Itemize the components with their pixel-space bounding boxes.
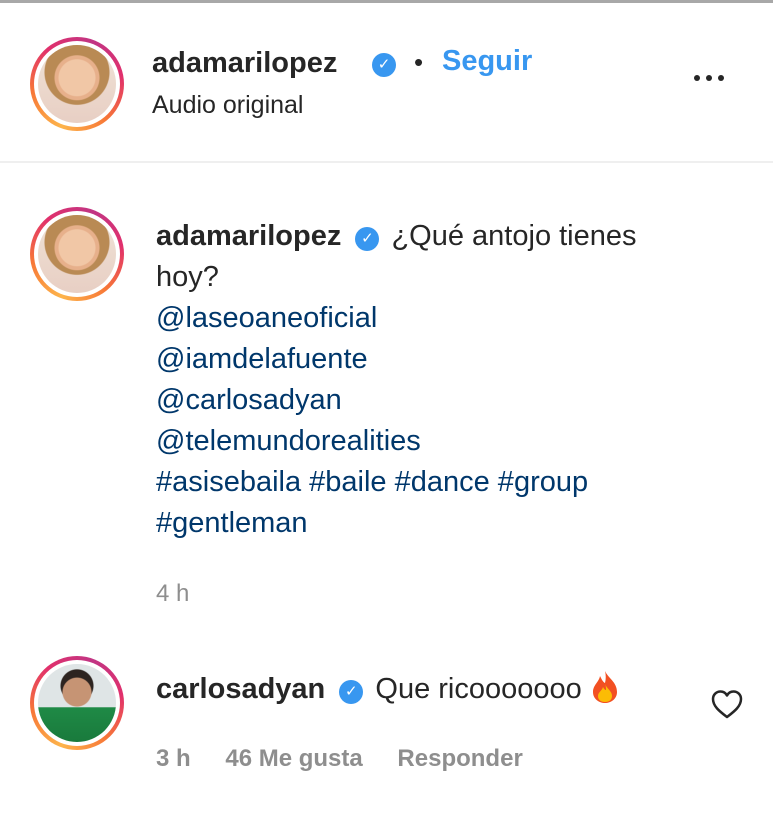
commenter-avatar[interactable] — [30, 656, 124, 750]
header-separator: • — [414, 47, 424, 77]
reply-button[interactable]: Responder — [397, 745, 522, 772]
audio-label[interactable]: Audio original — [152, 91, 304, 120]
comment-body: carlosadyan ✓ Que ricooooooo — [156, 670, 620, 706]
caption-author-avatar-photo — [38, 215, 116, 293]
author-avatar[interactable] — [30, 37, 124, 131]
like-comment-heart-icon[interactable] — [710, 688, 744, 720]
mention-link[interactable]: @iamdelafuente — [156, 339, 696, 380]
post-caption: adamarilopez ✓ ¿Qué antojo tienes hoy? @… — [156, 216, 696, 544]
caption-timestamp[interactable]: 4 h — [156, 580, 189, 608]
verified-badge-icon: ✓ — [372, 53, 396, 77]
mention-link[interactable]: @telemundorealities — [156, 421, 696, 462]
comment-meta: 3 h 46 Me gusta Responder — [156, 745, 551, 773]
fire-emoji-icon — [592, 671, 617, 703]
caption-username[interactable]: adamarilopez — [156, 220, 341, 252]
comment-text: Que ricooooooo — [375, 673, 582, 705]
more-options-icon[interactable] — [692, 63, 732, 93]
hashtag-link[interactable]: #gentleman — [156, 503, 696, 544]
commenter-username[interactable]: carlosadyan — [156, 673, 325, 705]
comment-likes-count[interactable]: 46 Me gusta — [225, 745, 362, 772]
caption-author-avatar[interactable] — [30, 207, 124, 301]
author-username[interactable]: adamarilopez — [152, 47, 337, 80]
mention-link[interactable]: @carlosadyan — [156, 380, 696, 421]
author-avatar-photo — [38, 45, 116, 123]
verified-badge-icon: ✓ — [355, 227, 380, 251]
post-header: adamarilopez ✓ • Seguir Audio original — [0, 3, 773, 163]
hashtag-links[interactable]: #asisebaila #baile #dance #group — [156, 462, 696, 503]
verified-badge-icon: ✓ — [339, 680, 364, 704]
commenter-avatar-photo — [38, 664, 116, 742]
comment-timestamp[interactable]: 3 h — [156, 745, 191, 772]
mention-link[interactable]: @laseoaneoficial — [156, 298, 696, 339]
follow-button[interactable]: Seguir — [442, 45, 532, 78]
